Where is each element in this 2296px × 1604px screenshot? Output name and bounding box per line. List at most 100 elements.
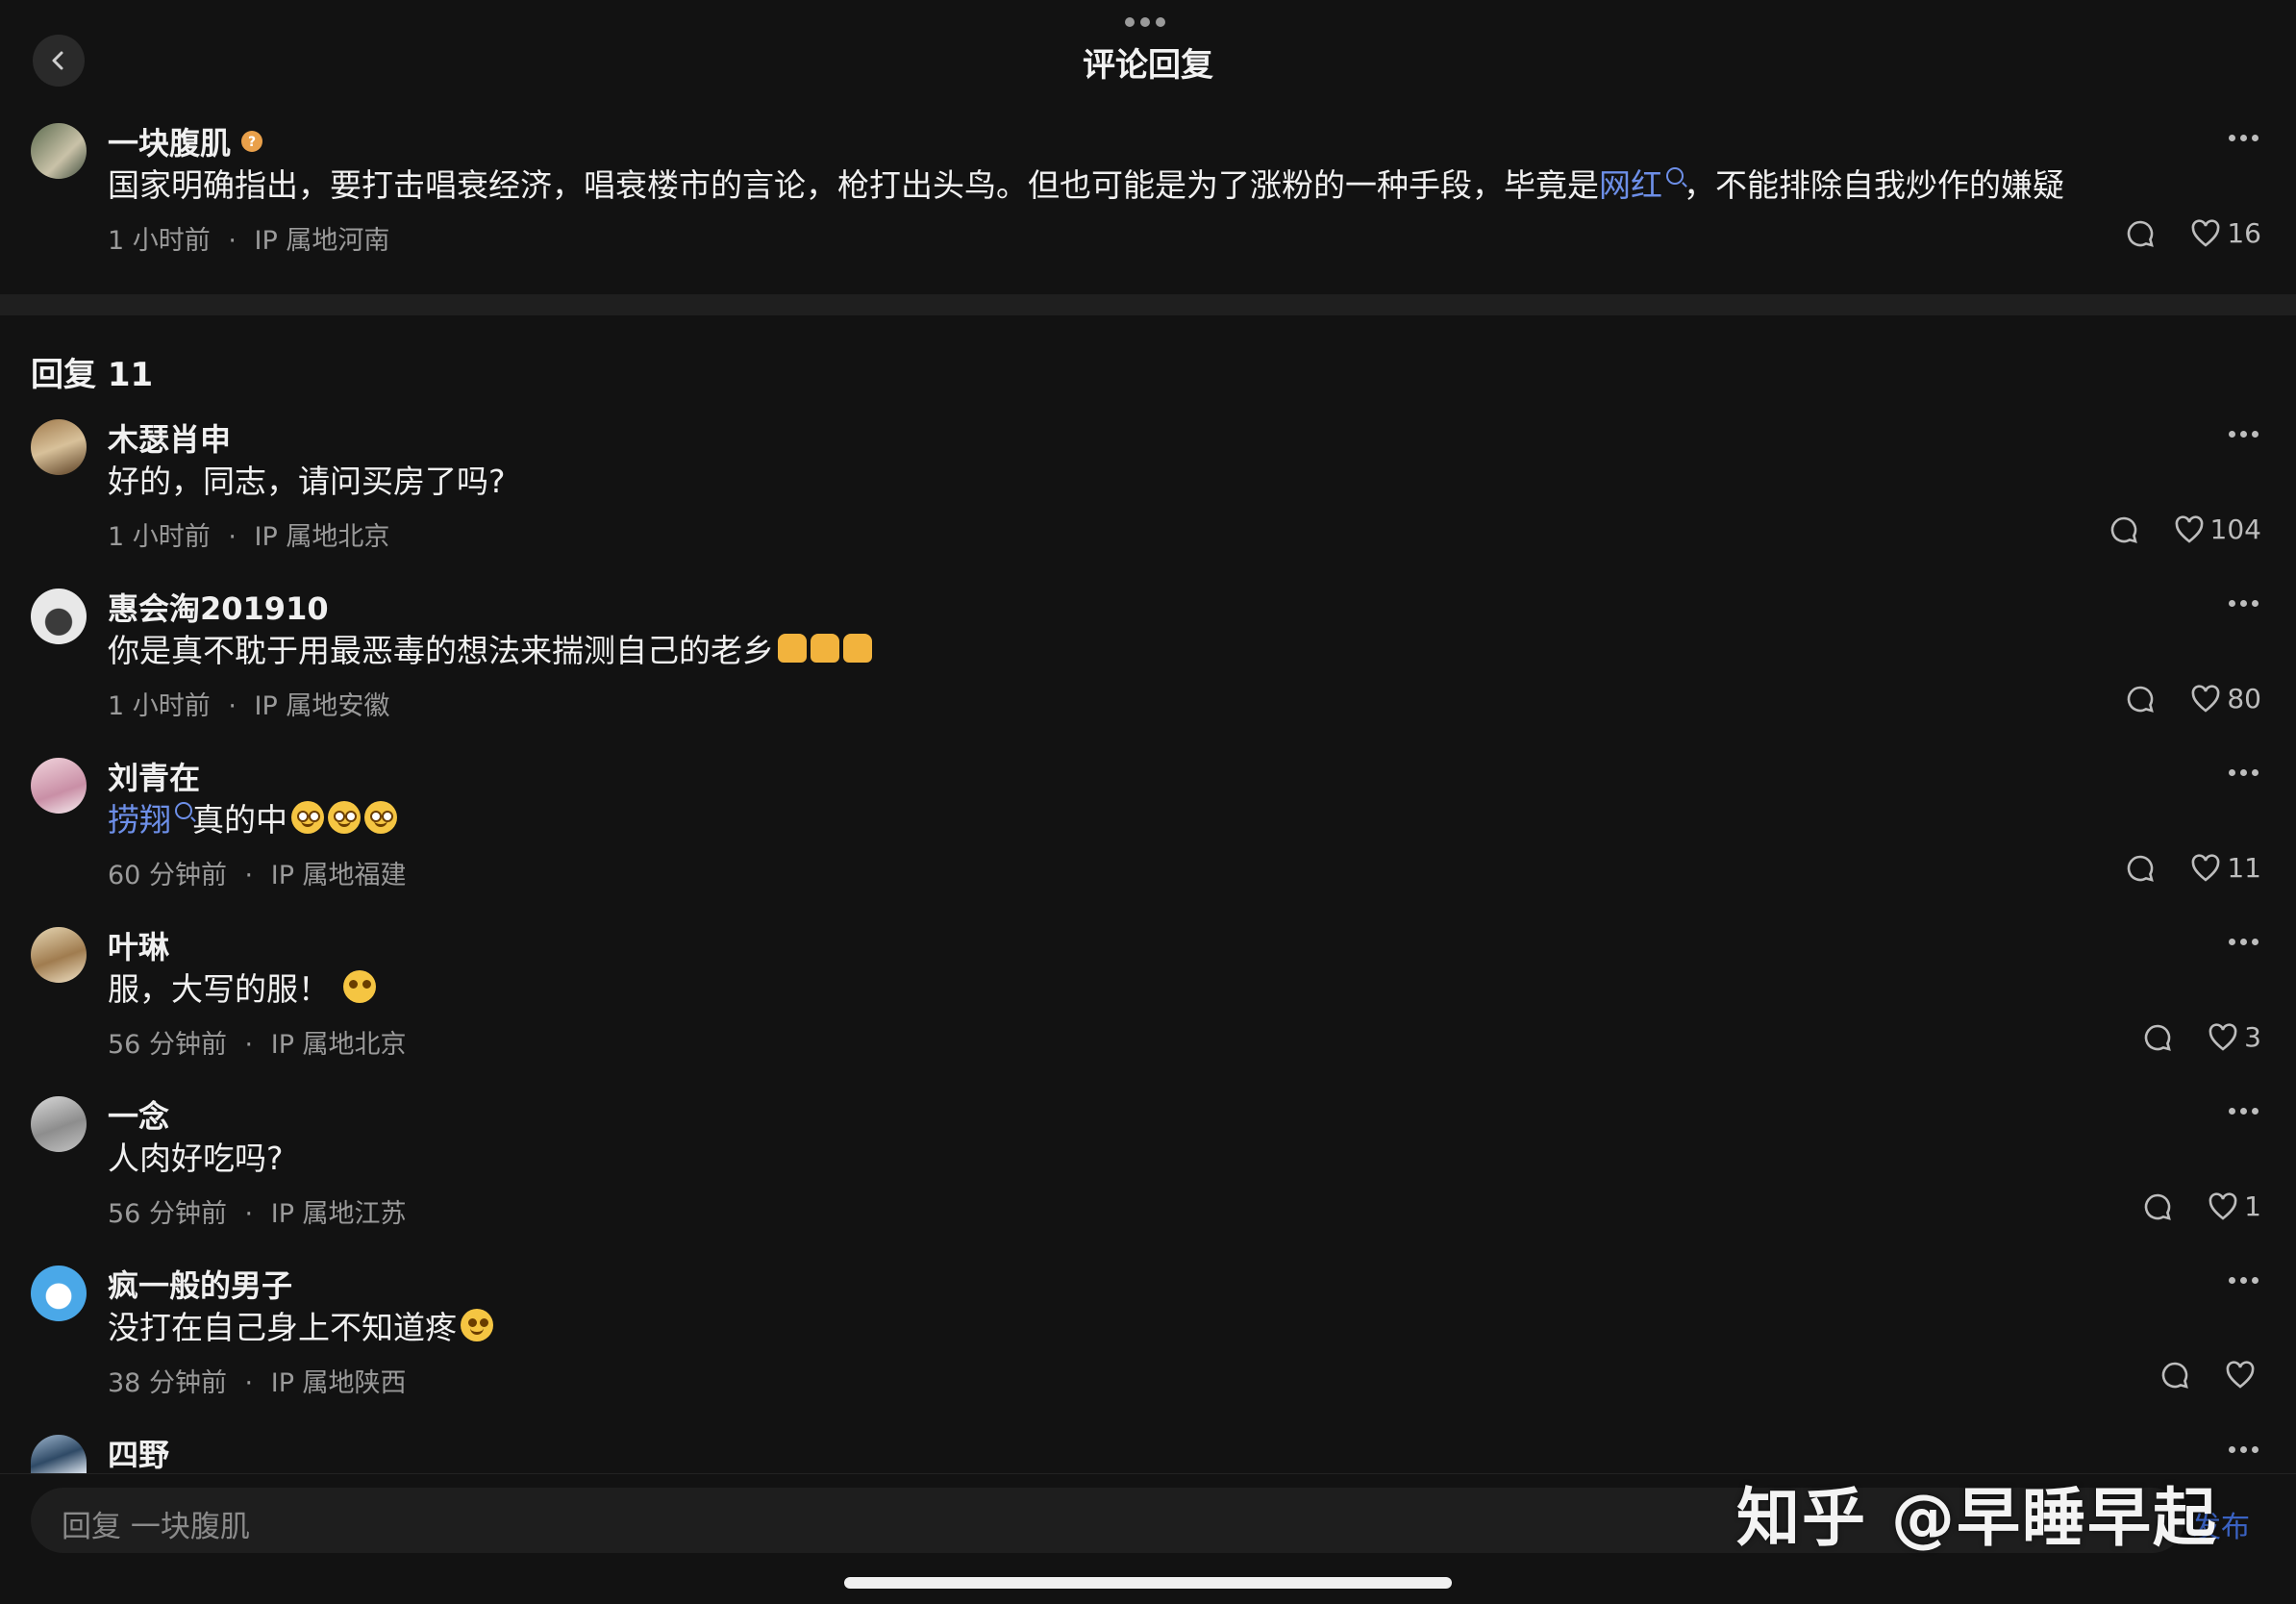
- search-icon: [175, 802, 192, 819]
- like-count: 3: [2244, 1021, 2261, 1053]
- meta-separator: ·: [228, 226, 237, 256]
- comment-bubble-icon: [2144, 1193, 2172, 1220]
- heart-icon: [2209, 1191, 2237, 1220]
- reply-button[interactable]: [2125, 684, 2156, 714]
- more-options-button[interactable]: [2229, 1446, 2263, 1454]
- reply-meta: 1 小时前 · IP 属地安徽: [108, 685, 389, 722]
- sheet-grabber[interactable]: [1125, 17, 1171, 29]
- like-button[interactable]: 80: [2190, 683, 2261, 714]
- home-indicator[interactable]: [844, 1577, 1452, 1589]
- thumbs-up-emoji-icon: [811, 634, 839, 663]
- comment-bubble-icon: [2161, 1362, 2188, 1389]
- reply-time: 1 小时前: [108, 522, 211, 552]
- topic-link[interactable]: 网红: [1599, 160, 1662, 206]
- comment-bubble-icon: [2128, 855, 2155, 882]
- more-options-button[interactable]: [2229, 939, 2263, 946]
- reply-actions: 80: [2125, 683, 2261, 714]
- reply-meta: 60 分钟前 · IP 属地福建: [108, 854, 407, 891]
- page-title: 评论回复: [1083, 46, 1213, 85]
- comment-text-part: 国家明确指出，要打击唱衰经济，唱衰楼市的言论，枪打出头鸟。但也可能是为了涨粉的一…: [108, 166, 1599, 204]
- heart-icon: [2175, 514, 2203, 543]
- avatar[interactable]: [31, 1096, 87, 1152]
- reply-time: 56 分钟前: [108, 1030, 227, 1060]
- reply-author[interactable]: 一念: [108, 1092, 169, 1137]
- reply-author[interactable]: 刘青在: [108, 754, 200, 798]
- more-options-button[interactable]: [2229, 769, 2263, 777]
- author-name: 一块腹肌: [108, 125, 232, 162]
- reply-actions: 11: [2125, 852, 2261, 884]
- like-button[interactable]: 16: [2190, 217, 2261, 249]
- comment-author[interactable]: 一块腹肌 ?: [108, 119, 263, 163]
- grinning-face-emoji-icon: [461, 1309, 493, 1341]
- comment-text: 国家明确指出，要打击唱衰经济，唱衰楼市的言论，枪打出头鸟。但也可能是为了涨粉的一…: [108, 160, 2064, 206]
- comment-bubble-icon: [2128, 686, 2155, 713]
- reply-text-part: 真的中: [192, 801, 287, 839]
- reply-text: 服，大写的服！: [108, 964, 376, 1010]
- like-button[interactable]: 104: [2174, 514, 2261, 545]
- ip-location: IP 属地陕西: [270, 1368, 407, 1398]
- like-button[interactable]: 3: [2208, 1021, 2261, 1053]
- section-divider: [0, 294, 2296, 315]
- more-options-button[interactable]: [2229, 135, 2263, 142]
- search-icon: [1666, 167, 1684, 185]
- reply-text: 好的，同志，请问买房了吗?: [108, 463, 506, 500]
- reply-text: 没打在自己身上不知道疼: [108, 1302, 493, 1348]
- avatar[interactable]: [31, 1435, 87, 1473]
- more-options-button[interactable]: [2229, 1108, 2263, 1115]
- reply-time: 38 分钟前: [108, 1368, 227, 1398]
- reply-button[interactable]: [2159, 1360, 2190, 1391]
- reply-text-part: 你是真不耽于用最恶毒的想法来揣测自己的老乡: [108, 632, 774, 669]
- heart-icon: [2191, 218, 2220, 247]
- comment-bubble-icon: [2110, 516, 2137, 543]
- avatar[interactable]: [31, 758, 87, 814]
- reply-author[interactable]: 四野: [108, 1431, 169, 1475]
- reply-author[interactable]: 叶琳: [108, 923, 169, 967]
- more-options-button[interactable]: [2229, 431, 2263, 439]
- reply-author[interactable]: 疯一般的男子: [108, 1262, 292, 1306]
- ip-location: IP 属地北京: [254, 522, 390, 552]
- reply-input-placeholder: 回复 一块腹肌: [62, 1510, 250, 1544]
- like-count: 1: [2244, 1190, 2261, 1222]
- reply-button[interactable]: [2142, 1022, 2173, 1053]
- avatar[interactable]: [31, 1266, 87, 1321]
- meta-separator: ·: [244, 861, 254, 890]
- heart-icon: [2191, 853, 2220, 882]
- reply-button[interactable]: [2125, 853, 2156, 884]
- reply-meta: 56 分钟前 · IP 属地江苏: [108, 1192, 407, 1230]
- svg-text:?: ?: [248, 135, 256, 150]
- like-button[interactable]: 11: [2190, 852, 2261, 884]
- avatar[interactable]: [31, 123, 87, 179]
- verified-badge-icon: ?: [241, 131, 263, 152]
- ip-location: IP 属地河南: [254, 226, 390, 256]
- reply-actions: 3: [2142, 1021, 2261, 1053]
- replies-count: 回复 11: [31, 356, 154, 394]
- reply-button[interactable]: [2142, 1191, 2173, 1222]
- avatar[interactable]: [31, 589, 87, 644]
- like-count: 16: [2227, 217, 2261, 249]
- more-options-button[interactable]: [2229, 600, 2263, 608]
- reply-button[interactable]: [2109, 514, 2139, 545]
- heart-icon: [2209, 1022, 2237, 1051]
- more-options-button[interactable]: [2229, 1277, 2263, 1285]
- topic-link[interactable]: 捞翔: [108, 794, 171, 840]
- meta-separator: ·: [228, 691, 237, 721]
- reply-button[interactable]: [2125, 218, 2156, 249]
- like-button[interactable]: 1: [2208, 1190, 2261, 1222]
- reply-text: 你是真不耽于用最恶毒的想法来揣测自己的老乡: [108, 625, 872, 671]
- comment-meta: 1 小时前 · IP 属地河南: [108, 219, 389, 257]
- comment-time: 1 小时前: [108, 226, 211, 256]
- comment-reply-screen: 评论回复 一块腹肌 ? 国家明确指出，要打击唱衰经济，唱衰楼市的言论，枪打出头鸟…: [0, 0, 2296, 1604]
- reply-text-part: 没打在自己身上不知道疼: [108, 1309, 457, 1346]
- reply-author[interactable]: 惠会淘201910: [108, 585, 329, 629]
- dizzy-face-emoji-icon: [364, 801, 397, 834]
- avatar[interactable]: [31, 419, 87, 475]
- thumbs-up-emoji-icon: [843, 634, 872, 663]
- reply-text: 人肉好吃吗?: [108, 1140, 284, 1177]
- reply-meta: 56 分钟前 · IP 属地北京: [108, 1023, 407, 1061]
- like-button[interactable]: [2225, 1361, 2261, 1390]
- reply-text: 捞翔 真的中: [108, 794, 397, 840]
- reply-time: 60 分钟前: [108, 861, 227, 890]
- reply-text-part: 服，大写的服！: [108, 970, 330, 1008]
- reply-author[interactable]: 木瑟肖申: [108, 415, 231, 460]
- avatar[interactable]: [31, 927, 87, 983]
